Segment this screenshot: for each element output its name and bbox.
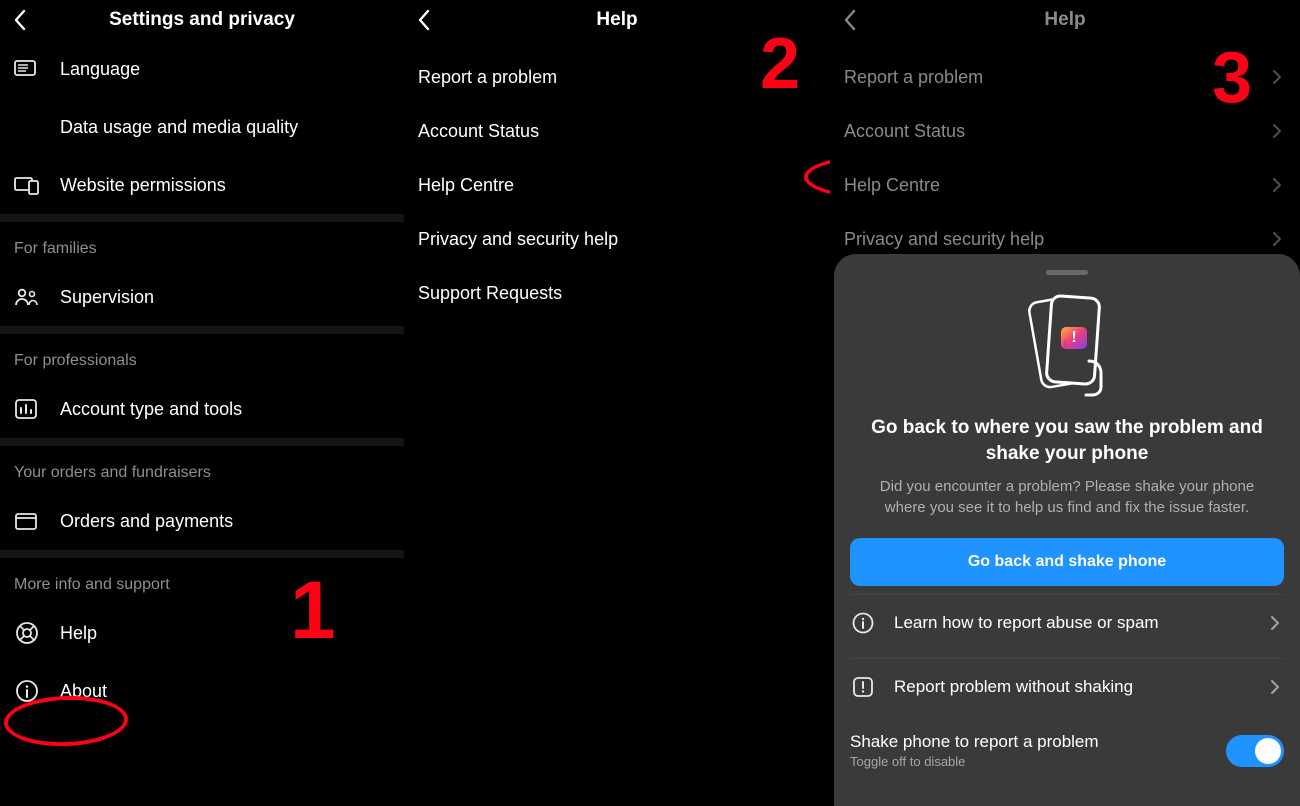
learn-report-abuse[interactable]: Learn how to report abuse or spam [850,594,1284,650]
item-supervision[interactable]: Supervision [0,268,404,326]
item-privacy-security[interactable]: Privacy and security help [404,212,830,266]
toggle-hint: Toggle off to disable [850,754,1212,769]
warning-icon [850,674,876,700]
page-title: Help [830,9,1300,31]
item-label: Supervision [60,287,390,308]
annotation-number-1: 1 [290,570,336,652]
language-icon [14,56,40,82]
chevron-right-icon [1268,230,1286,248]
item-label: Help Centre [418,175,816,196]
info-icon [14,678,40,704]
divider [0,550,404,558]
item-support-requests[interactable]: Support Requests [404,266,830,320]
section-for-professionals: For professionals [0,334,404,380]
item-account-status[interactable]: Account Status [404,104,830,158]
item-data-usage[interactable]: Data usage and media quality [0,98,404,156]
item-label: Website permissions [60,175,390,196]
item-orders-payments[interactable]: Orders and payments [0,492,404,550]
devices-icon [14,172,40,198]
chevron-right-icon [1268,68,1286,86]
item-label: Learn how to report abuse or spam [894,613,1248,633]
item-label: Report a problem [844,67,1248,88]
bar-chart-icon [14,396,40,422]
divider [0,438,404,446]
chevron-left-icon [843,9,857,31]
item-label: Support Requests [418,283,816,304]
shake-toggle-row: Shake phone to report a problem Toggle o… [850,732,1284,769]
item-label: Account Status [418,121,816,142]
item-label: Language [60,59,390,80]
item-help-centre[interactable]: Help Centre [404,158,830,212]
page-title: Settings and privacy [0,9,404,31]
chevron-left-icon [417,9,431,31]
item-label: About [60,681,390,702]
item-help[interactable]: Help [0,604,404,662]
divider [0,214,404,222]
back-button[interactable] [0,0,40,40]
chevron-right-icon [1268,176,1286,194]
section-more-info: More info and support [0,558,404,604]
section-orders: Your orders and fundraisers [0,446,404,492]
panel-help-sheet: Help Report a problem Account Status Hel… [830,0,1300,806]
sheet-heading: Go back to where you saw the problem and… [850,415,1284,466]
panel-settings: Settings and privacy Language Data usage… [0,0,404,806]
annotation-number-2: 2 [760,28,800,100]
back-button[interactable] [830,0,870,40]
item-label: Orders and payments [60,511,390,532]
item-label: Help [60,623,390,644]
item-language[interactable]: Language [0,40,404,98]
item-label: Account type and tools [60,399,390,420]
item-about[interactable]: About [0,662,404,720]
item-label: Account Status [844,121,1248,142]
section-for-families: For families [0,222,404,268]
chevron-right-icon [1266,678,1284,696]
info-icon [850,610,876,636]
people-icon [14,284,40,310]
toggle-label: Shake phone to report a problem [850,732,1212,752]
divider [0,326,404,334]
back-button[interactable] [404,0,444,40]
wallet-icon [14,508,40,534]
item-label: Report problem without shaking [894,677,1248,697]
go-back-shake-button[interactable]: Go back and shake phone [850,538,1284,586]
item-label: Help Centre [844,175,1248,196]
shake-phone-illustration: ! [850,291,1284,397]
sheet-subtext: Did you encounter a problem? Please shak… [858,476,1276,518]
shake-toggle[interactable] [1226,735,1284,767]
chevron-right-icon [1268,122,1286,140]
item-account-type[interactable]: Account type and tools [0,380,404,438]
item-label: Report a problem [418,67,816,88]
item-label: Privacy and security help [418,229,816,250]
chevron-right-icon [1266,614,1284,632]
report-without-shaking[interactable]: Report problem without shaking [850,658,1284,714]
header: Settings and privacy [0,0,404,40]
annotation-number-3: 3 [1212,42,1252,114]
chevron-left-icon [13,9,27,31]
lifebuoy-icon [14,620,40,646]
item-help-centre[interactable]: Help Centre [830,158,1300,212]
svg-text:!: ! [1071,329,1076,346]
panel-help: Help Report a problem Account Status Hel… [404,0,830,806]
bottom-sheet: ! Go back to where you saw the problem a… [834,254,1300,806]
item-website-permissions[interactable]: Website permissions [0,156,404,214]
sheet-handle[interactable] [1046,270,1088,275]
item-label: Privacy and security help [844,229,1248,250]
item-label: Data usage and media quality [60,117,390,138]
header: Help [830,0,1300,40]
